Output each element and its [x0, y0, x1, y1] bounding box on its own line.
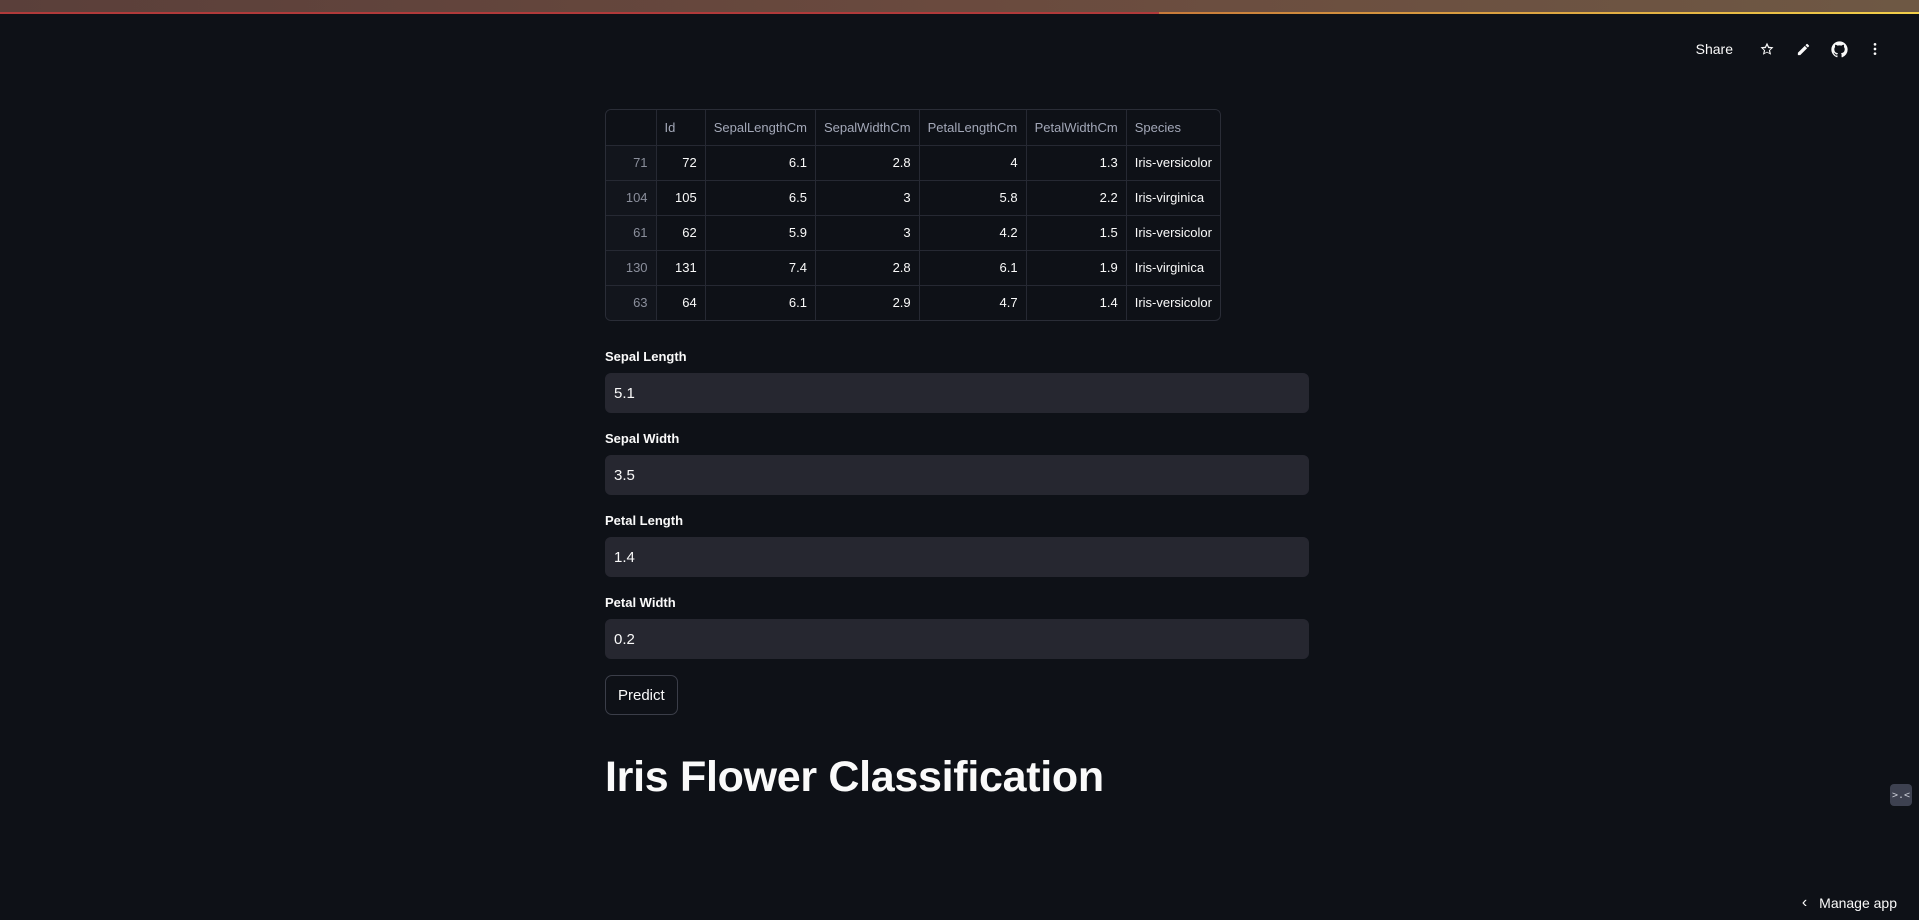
cell-petal-width[interactable]: 1.5 — [1026, 215, 1127, 251]
cell-petal-length[interactable]: 4 — [919, 145, 1027, 181]
chevron-left-icon: ‹ — [1801, 894, 1808, 911]
page-title: Iris Flower Classification — [605, 753, 1104, 801]
data-table[interactable]: Id SepalLengthCm SepalWidthCm PetalLengt… — [605, 109, 1221, 321]
top-decoration-bar — [0, 0, 1919, 14]
cell-petal-length[interactable]: 5.8 — [919, 180, 1027, 216]
manage-app-label: Manage app — [1819, 895, 1897, 911]
column-header-sepal-width[interactable]: SepalWidthCm — [815, 110, 920, 146]
cell-petal-length[interactable]: 6.1 — [919, 250, 1027, 286]
status-widget[interactable]: >.< — [1890, 784, 1912, 806]
table-row: 104 105 6.5 3 5.8 2.2 Iris-virginica — [606, 180, 1220, 216]
petal-length-field-group: Petal Length — [605, 513, 1309, 577]
cell-sepal-length[interactable]: 6.1 — [705, 285, 816, 320]
cell-sepal-length[interactable]: 7.4 — [705, 250, 816, 286]
cell-petal-length[interactable]: 4.7 — [919, 285, 1027, 320]
sepal-length-input[interactable] — [605, 373, 1309, 413]
cell-sepal-width[interactable]: 2.9 — [815, 285, 920, 320]
column-header-petal-width[interactable]: PetalWidthCm — [1026, 110, 1127, 146]
cell-id[interactable]: 64 — [656, 285, 706, 320]
cell-id[interactable]: 62 — [656, 215, 706, 251]
cell-id[interactable]: 131 — [656, 250, 706, 286]
cell-species[interactable]: Iris-versicolor — [1126, 145, 1220, 181]
row-index: 104 — [606, 180, 657, 216]
cell-id[interactable]: 105 — [656, 180, 706, 216]
cell-petal-width[interactable]: 1.9 — [1026, 250, 1127, 286]
row-index: 63 — [606, 285, 657, 320]
star-icon[interactable] — [1749, 36, 1785, 62]
cell-petal-width[interactable]: 1.4 — [1026, 285, 1127, 320]
column-header-index[interactable] — [606, 110, 657, 146]
petal-width-label: Petal Width — [605, 595, 676, 610]
column-header-sepal-length[interactable]: SepalLengthCm — [705, 110, 816, 146]
main-content: Id SepalLengthCm SepalWidthCm PetalLengt… — [605, 109, 1309, 802]
table-header-row: Id SepalLengthCm SepalWidthCm PetalLengt… — [606, 110, 1220, 146]
cell-species[interactable]: Iris-virginica — [1126, 180, 1220, 216]
manage-app-button[interactable]: ‹ Manage app — [1802, 894, 1897, 912]
table-row: 71 72 6.1 2.8 4 1.3 Iris-versicolor — [606, 145, 1220, 181]
sepal-length-field-group: Sepal Length — [605, 349, 1309, 413]
cell-sepal-width[interactable]: 3 — [815, 180, 920, 216]
column-header-petal-length[interactable]: PetalLengthCm — [919, 110, 1027, 146]
sepal-width-label: Sepal Width — [605, 431, 680, 446]
column-header-id[interactable]: Id — [656, 110, 706, 146]
pencil-icon[interactable] — [1785, 36, 1821, 62]
predict-button[interactable]: Predict — [605, 675, 678, 715]
cell-sepal-width[interactable]: 3 — [815, 215, 920, 251]
table-row: 61 62 5.9 3 4.2 1.5 Iris-versicolor — [606, 215, 1220, 251]
cell-sepal-width[interactable]: 2.8 — [815, 250, 920, 286]
sepal-width-field-group: Sepal Width — [605, 431, 1309, 495]
sepal-length-label: Sepal Length — [605, 349, 687, 364]
cell-petal-width[interactable]: 1.3 — [1026, 145, 1127, 181]
cell-species[interactable]: Iris-versicolor — [1126, 285, 1220, 320]
cell-species[interactable]: Iris-virginica — [1126, 250, 1220, 286]
more-vertical-icon[interactable] — [1857, 36, 1893, 62]
github-icon[interactable] — [1821, 36, 1857, 62]
row-index: 61 — [606, 215, 657, 251]
petal-length-label: Petal Length — [605, 513, 684, 528]
cell-sepal-width[interactable]: 2.8 — [815, 145, 920, 181]
row-index: 130 — [606, 250, 657, 286]
cell-id[interactable]: 72 — [656, 145, 706, 181]
petal-length-input[interactable] — [605, 537, 1309, 577]
table-row: 63 64 6.1 2.9 4.7 1.4 Iris-versicolor — [606, 285, 1220, 320]
row-index: 71 — [606, 145, 657, 181]
petal-width-field-group: Petal Width — [605, 595, 1309, 659]
petal-width-input[interactable] — [605, 619, 1309, 659]
share-button[interactable]: Share — [1686, 37, 1743, 61]
cell-species[interactable]: Iris-versicolor — [1126, 215, 1220, 251]
cell-sepal-length[interactable]: 6.5 — [705, 180, 816, 216]
header-toolbar: Share — [1686, 36, 1893, 62]
column-header-species[interactable]: Species — [1126, 110, 1220, 146]
sepal-width-input[interactable] — [605, 455, 1309, 495]
cell-petal-length[interactable]: 4.2 — [919, 215, 1027, 251]
cell-sepal-length[interactable]: 6.1 — [705, 145, 816, 181]
cell-petal-width[interactable]: 2.2 — [1026, 180, 1127, 216]
table-row: 130 131 7.4 2.8 6.1 1.9 Iris-virginica — [606, 250, 1220, 286]
cell-sepal-length[interactable]: 5.9 — [705, 215, 816, 251]
